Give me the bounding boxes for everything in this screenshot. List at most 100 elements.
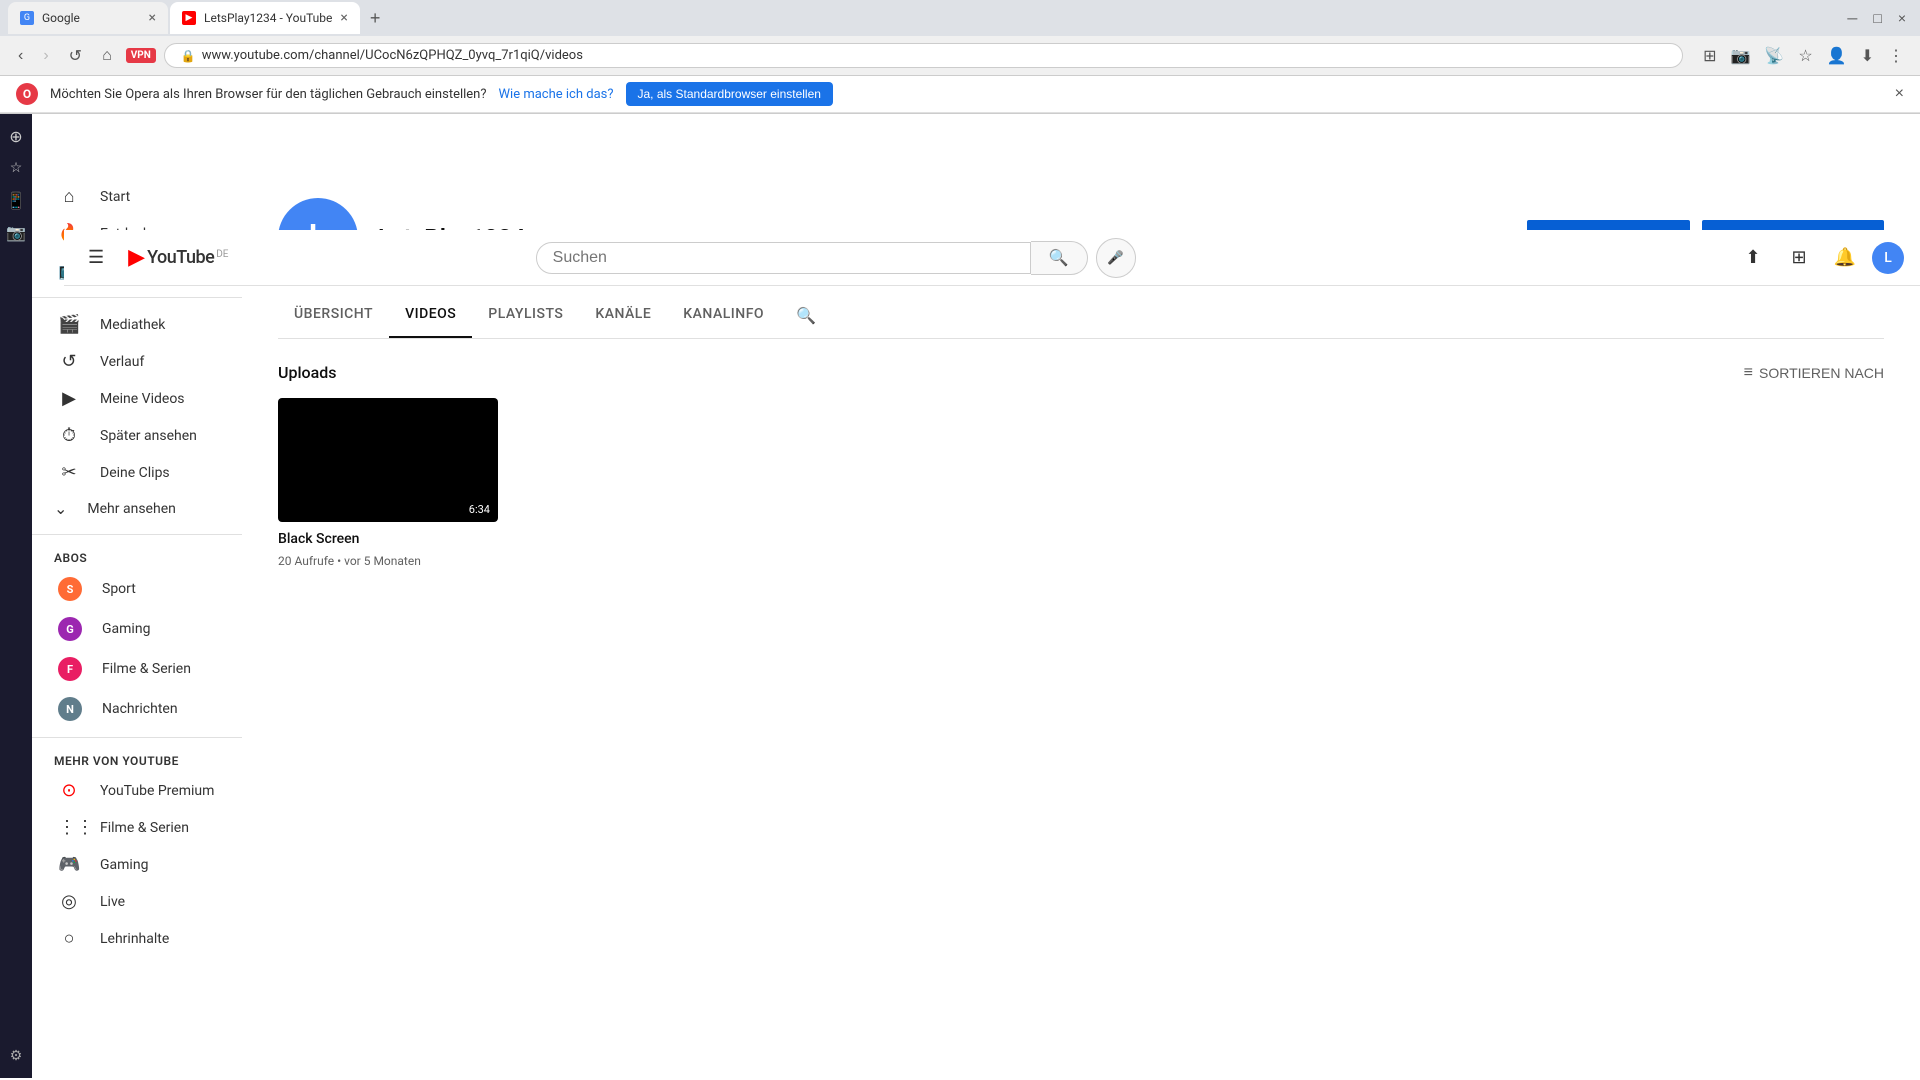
- youtube-logo-icon: ▶: [128, 245, 145, 270]
- download-button[interactable]: ⬇: [1857, 42, 1878, 70]
- youtube-tab[interactable]: ▶ LetsPlay1234 - YouTube ×: [170, 2, 360, 34]
- tab-kanalinfo[interactable]: KANALINFO: [667, 294, 780, 338]
- profile-button[interactable]: 👤: [1823, 42, 1851, 70]
- opera-sidebar-bookmarks[interactable]: ☆: [2, 154, 30, 182]
- hamburger-menu-button[interactable]: ☰: [80, 239, 112, 276]
- premium-icon: ⊙: [58, 780, 80, 801]
- mehr-section-header: MEHR VON YOUTUBE: [32, 746, 242, 772]
- youtube-sidebar: ⌂ Start 🔥 Entdecken 📺 Abos 🎬 Mediathek ↺…: [32, 170, 242, 1078]
- reload-button[interactable]: ↺: [63, 42, 88, 70]
- sidebar-item-start[interactable]: ⌂ Start: [36, 178, 238, 215]
- youtube-logo[interactable]: ▶ YouTube DE: [128, 245, 228, 270]
- upload-button[interactable]: ⬆: [1734, 239, 1772, 277]
- section-header-row: Uploads ≡ SORTIEREN NACH: [278, 363, 1884, 382]
- sidebar-item-yt-gaming[interactable]: 🎮 Gaming: [36, 846, 238, 883]
- tab-uebersicht[interactable]: ÜBERSICHT: [278, 294, 389, 338]
- opera-accept-button[interactable]: Ja, als Standardbrowser einstellen: [626, 82, 833, 106]
- forward-button[interactable]: ›: [37, 43, 54, 69]
- sidebar-label-sport: Sport: [102, 581, 136, 597]
- extensions-button[interactable]: ⊞: [1699, 42, 1720, 70]
- sidebar-divider-1: [32, 297, 242, 298]
- sidebar-item-nachrichten[interactable]: N Nachrichten: [36, 689, 238, 729]
- bookmark-button[interactable]: ☆: [1794, 42, 1816, 70]
- history-icon: ↺: [58, 351, 80, 372]
- search-button[interactable]: 🔍: [1031, 241, 1088, 275]
- opera-sidebar-settings[interactable]: ⚙: [2, 1042, 30, 1070]
- tab-kanaele[interactable]: KANÄLE: [579, 294, 667, 338]
- app-layout: ⊕ ☆ 📱 📷 ⚙ ☰ ▶ YouTube DE 🔍 🎤 ⬆: [0, 114, 1920, 1078]
- menu-button[interactable]: ⋮: [1884, 42, 1908, 70]
- learning-icon: ○: [58, 928, 80, 949]
- google-tab-close[interactable]: ×: [149, 10, 156, 26]
- maximize-button[interactable]: □: [1867, 6, 1887, 30]
- opera-banner-link[interactable]: Wie mache ich das?: [499, 87, 614, 102]
- search-input[interactable]: [553, 249, 1014, 267]
- tab-videos[interactable]: VIDEOS: [389, 294, 472, 338]
- sort-label: SORTIEREN NACH: [1759, 365, 1884, 381]
- window-controls: ─ □ ×: [1841, 6, 1912, 30]
- sidebar-item-filme[interactable]: F Filme & Serien: [36, 649, 238, 689]
- video-views: 20 Aufrufe: [278, 554, 334, 568]
- sidebar-label-spaeter: Später ansehen: [100, 428, 197, 444]
- uploads-title: Uploads: [278, 363, 337, 382]
- show-more-button[interactable]: ⌄ Mehr ansehen: [32, 491, 242, 526]
- lock-icon: 🔒: [181, 49, 196, 63]
- apps-button[interactable]: ⊞: [1780, 239, 1818, 277]
- opera-sidebar-whatsapp[interactable]: 📱: [2, 186, 30, 214]
- youtube-tab-close[interactable]: ×: [340, 10, 347, 26]
- sidebar-item-yt-live[interactable]: ◎ Live: [36, 883, 238, 920]
- opera-logo-icon: O: [16, 83, 38, 105]
- sidebar-label-yt-gaming: Gaming: [100, 857, 148, 873]
- sidebar-item-yt-filme[interactable]: ⋮⋮ Filme & Serien: [36, 809, 238, 846]
- opera-sidebar-instagram[interactable]: 📷: [2, 218, 30, 246]
- opera-sidebar-home[interactable]: ⊕: [2, 122, 30, 150]
- new-tab-button[interactable]: +: [362, 8, 389, 29]
- home-icon: ⌂: [58, 186, 80, 207]
- notifications-button[interactable]: 🔔: [1826, 239, 1864, 277]
- tab-playlists[interactable]: PLAYLISTS: [472, 294, 579, 338]
- sidebar-item-sport[interactable]: S Sport: [36, 569, 238, 609]
- youtube-country-badge: DE: [216, 249, 228, 260]
- tab-search-button[interactable]: 🔍: [780, 294, 832, 338]
- home-button[interactable]: ⌂: [96, 43, 118, 69]
- browser-actions: ⊞ 📷 📡 ☆ 👤 ⬇ ⋮: [1699, 42, 1908, 70]
- sidebar-label-meine-videos: Meine Videos: [100, 391, 185, 407]
- video-card[interactable]: 6:34 Black Screen 20 Aufrufe • vor 5 Mon…: [278, 398, 498, 568]
- cast-button[interactable]: 📡: [1760, 42, 1788, 70]
- sidebar-item-yt-lehr[interactable]: ○ Lehrinhalte: [36, 920, 238, 957]
- my-videos-icon: ▶: [58, 388, 80, 409]
- video-title: Black Screen: [278, 530, 498, 550]
- search-container: 🔍 🎤: [536, 238, 1136, 278]
- sidebar-item-yt-premium[interactable]: ⊙ YouTube Premium: [36, 772, 238, 809]
- sidebar-item-verlauf[interactable]: ↺ Verlauf: [36, 343, 238, 380]
- sidebar-item-spaeter[interactable]: ⏱ Später ansehen: [36, 417, 238, 454]
- voice-search-button[interactable]: 🎤: [1096, 238, 1136, 278]
- youtube-main-content: L LetsPlay1234 KANAL ANPASSEN VIDEOS VER…: [242, 170, 1920, 1078]
- search-box[interactable]: [536, 242, 1031, 274]
- opera-dismiss-button[interactable]: ×: [1895, 85, 1904, 103]
- user-avatar[interactable]: L: [1872, 242, 1904, 274]
- minimize-button[interactable]: ─: [1841, 6, 1863, 30]
- address-text: www.youtube.com/channel/UCocN6zQPHQZ_0yv…: [202, 48, 583, 63]
- camera-button[interactable]: 📷: [1726, 42, 1754, 70]
- back-button[interactable]: ‹: [12, 43, 29, 69]
- sidebar-item-mediathek[interactable]: 🎬 Mediathek: [36, 306, 238, 343]
- close-window-button[interactable]: ×: [1892, 6, 1912, 30]
- opera-banner: O Möchten Sie Opera als Ihren Browser fü…: [0, 76, 1920, 113]
- filme-channel-icon: F: [58, 657, 82, 681]
- chevron-down-icon: ⌄: [54, 499, 67, 518]
- header-actions: ⬆ ⊞ 🔔 L: [1734, 239, 1904, 277]
- video-thumbnail: 6:34: [278, 398, 498, 522]
- sidebar-label-mediathek: Mediathek: [100, 317, 165, 333]
- address-field[interactable]: 🔒 www.youtube.com/channel/UCocN6zQPHQZ_0…: [164, 43, 1683, 68]
- movies-icon: ⋮⋮: [58, 817, 80, 838]
- google-tab-title: Google: [42, 11, 80, 25]
- sidebar-item-gaming[interactable]: G Gaming: [36, 609, 238, 649]
- youtube-header: ☰ ▶ YouTube DE 🔍 🎤 ⬆ ⊞ 🔔 L: [64, 230, 1920, 286]
- sidebar-item-clips[interactable]: ✂ Deine Clips: [36, 454, 238, 491]
- sidebar-item-meine-videos[interactable]: ▶ Meine Videos: [36, 380, 238, 417]
- sort-button[interactable]: ≡ SORTIEREN NACH: [1744, 364, 1884, 382]
- google-tab[interactable]: G Google ×: [8, 2, 168, 34]
- watch-later-icon: ⏱: [58, 425, 80, 446]
- sidebar-label-filme: Filme & Serien: [102, 661, 191, 677]
